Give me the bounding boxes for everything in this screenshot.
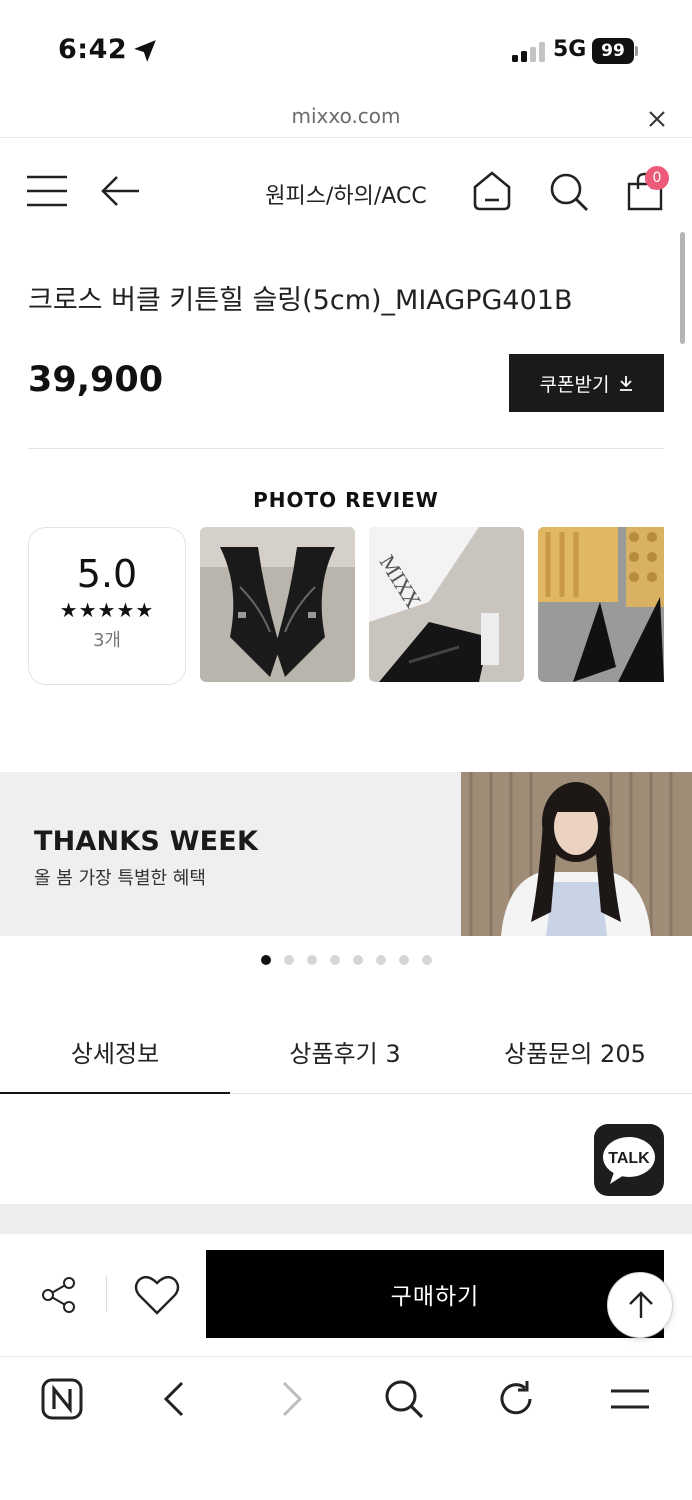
url-text[interactable]: mixxo.com bbox=[0, 104, 692, 128]
review-photo[interactable] bbox=[200, 527, 355, 682]
pagination-dot[interactable] bbox=[283, 955, 294, 965]
reload-icon[interactable] bbox=[494, 1377, 538, 1421]
banner-title: THANKS WEEK bbox=[34, 826, 259, 857]
divider bbox=[106, 1276, 107, 1312]
divider bbox=[28, 448, 664, 449]
browser-url-bar[interactable]: mixxo.com bbox=[0, 100, 692, 138]
talk-label: TALK bbox=[608, 1150, 650, 1167]
cellular-signal-icon bbox=[512, 42, 545, 62]
browser-toolbar bbox=[0, 1356, 692, 1500]
pagination-dot[interactable] bbox=[421, 955, 432, 965]
cart-count-badge: 0 bbox=[645, 166, 669, 190]
scroll-to-top-button[interactable] bbox=[607, 1272, 673, 1338]
review-photo[interactable]: MIXX bbox=[369, 527, 524, 682]
review-count: 3개 bbox=[92, 630, 121, 651]
heart-icon[interactable] bbox=[134, 1274, 180, 1316]
product-title: 크로스 버클 키튼힐 슬링(5cm)_MIAGPG401B bbox=[28, 285, 573, 316]
close-icon[interactable] bbox=[646, 108, 668, 130]
tab-reviews[interactable]: 상품후기 3 bbox=[230, 1008, 460, 1093]
status-bar: 6:42 5G 99 bbox=[0, 0, 692, 100]
tab-inquiries[interactable]: 상품문의 205 bbox=[460, 1008, 690, 1093]
naver-n-icon[interactable] bbox=[40, 1377, 84, 1421]
review-score-card[interactable]: 5.0 ★★★★★ 3개 bbox=[28, 527, 186, 685]
status-time: 6:42 bbox=[58, 34, 128, 65]
rating-stars: ★★★★★ bbox=[59, 598, 155, 622]
tab-detail-info[interactable]: 상세정보 bbox=[0, 1008, 230, 1094]
arrow-up-icon bbox=[629, 1291, 653, 1318]
category-title[interactable]: 원피스/하의/ACC bbox=[240, 178, 452, 210]
pagination-dot[interactable] bbox=[306, 955, 317, 965]
pagination-dot[interactable] bbox=[352, 955, 363, 965]
battery-level: 99 bbox=[592, 38, 634, 64]
kakao-talk-button[interactable]: TALK bbox=[594, 1124, 664, 1196]
hamburger-menu-icon[interactable] bbox=[27, 174, 67, 208]
promo-banner[interactable]: THANKS WEEK 올 봄 가장 특별한 혜택 bbox=[0, 772, 692, 936]
review-score: 5.0 bbox=[76, 552, 138, 596]
search-icon[interactable] bbox=[549, 172, 589, 212]
purchase-action-bar: 구매하기 bbox=[0, 1234, 692, 1356]
menu-icon[interactable] bbox=[608, 1377, 652, 1421]
pagination-dot[interactable] bbox=[329, 955, 340, 965]
coupon-button[interactable]: 쿠폰받기 bbox=[509, 354, 664, 412]
download-arrow-icon bbox=[620, 376, 633, 391]
talk-bubble-icon: TALK bbox=[603, 1137, 655, 1184]
banner-model-photo bbox=[461, 772, 692, 936]
coupon-label: 쿠폰받기 bbox=[539, 373, 610, 396]
photo-review-heading: PHOTO REVIEW bbox=[253, 488, 439, 512]
search-icon[interactable] bbox=[382, 1377, 426, 1421]
banner-subtitle: 올 봄 가장 특별한 혜택 bbox=[34, 868, 206, 889]
location-arrow-icon bbox=[134, 40, 156, 62]
battery-icon: 99 bbox=[592, 38, 638, 64]
pagination-dot[interactable] bbox=[260, 955, 271, 965]
forward-icon[interactable] bbox=[268, 1377, 312, 1421]
banner-pagination[interactable] bbox=[0, 955, 692, 965]
detail-tabs: 상세정보 상품후기 3 상품문의 205 bbox=[0, 1008, 692, 1094]
pagination-dot[interactable] bbox=[375, 955, 386, 965]
pagination-dot[interactable] bbox=[398, 955, 409, 965]
site-header: 원피스/하의/ACC 0 bbox=[0, 140, 692, 240]
back-icon[interactable] bbox=[154, 1377, 198, 1421]
review-photo[interactable] bbox=[538, 527, 664, 682]
content-separator bbox=[0, 1204, 692, 1234]
page-scrollbar[interactable] bbox=[680, 232, 685, 344]
share-icon[interactable] bbox=[40, 1276, 78, 1314]
product-price: 39,900 bbox=[28, 360, 164, 400]
back-arrow-icon[interactable] bbox=[100, 174, 140, 208]
home-icon[interactable] bbox=[472, 170, 512, 212]
buy-button[interactable]: 구매하기 bbox=[206, 1250, 664, 1338]
network-label: 5G bbox=[553, 37, 587, 62]
